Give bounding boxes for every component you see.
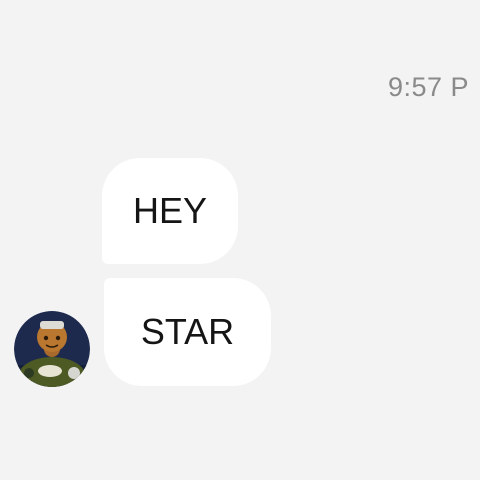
message-bubble[interactable]: HEY (102, 158, 238, 264)
sender-avatar[interactable] (14, 311, 90, 387)
message-bubble[interactable]: STAR (104, 278, 271, 386)
message-timestamp: 9:57 P (388, 72, 470, 102)
message-text: STAR (140, 311, 235, 352)
message-text: HEY (132, 190, 208, 231)
chat-screen: 9:57 P HEY STAR (0, 0, 480, 480)
avatar-icon (14, 311, 90, 387)
